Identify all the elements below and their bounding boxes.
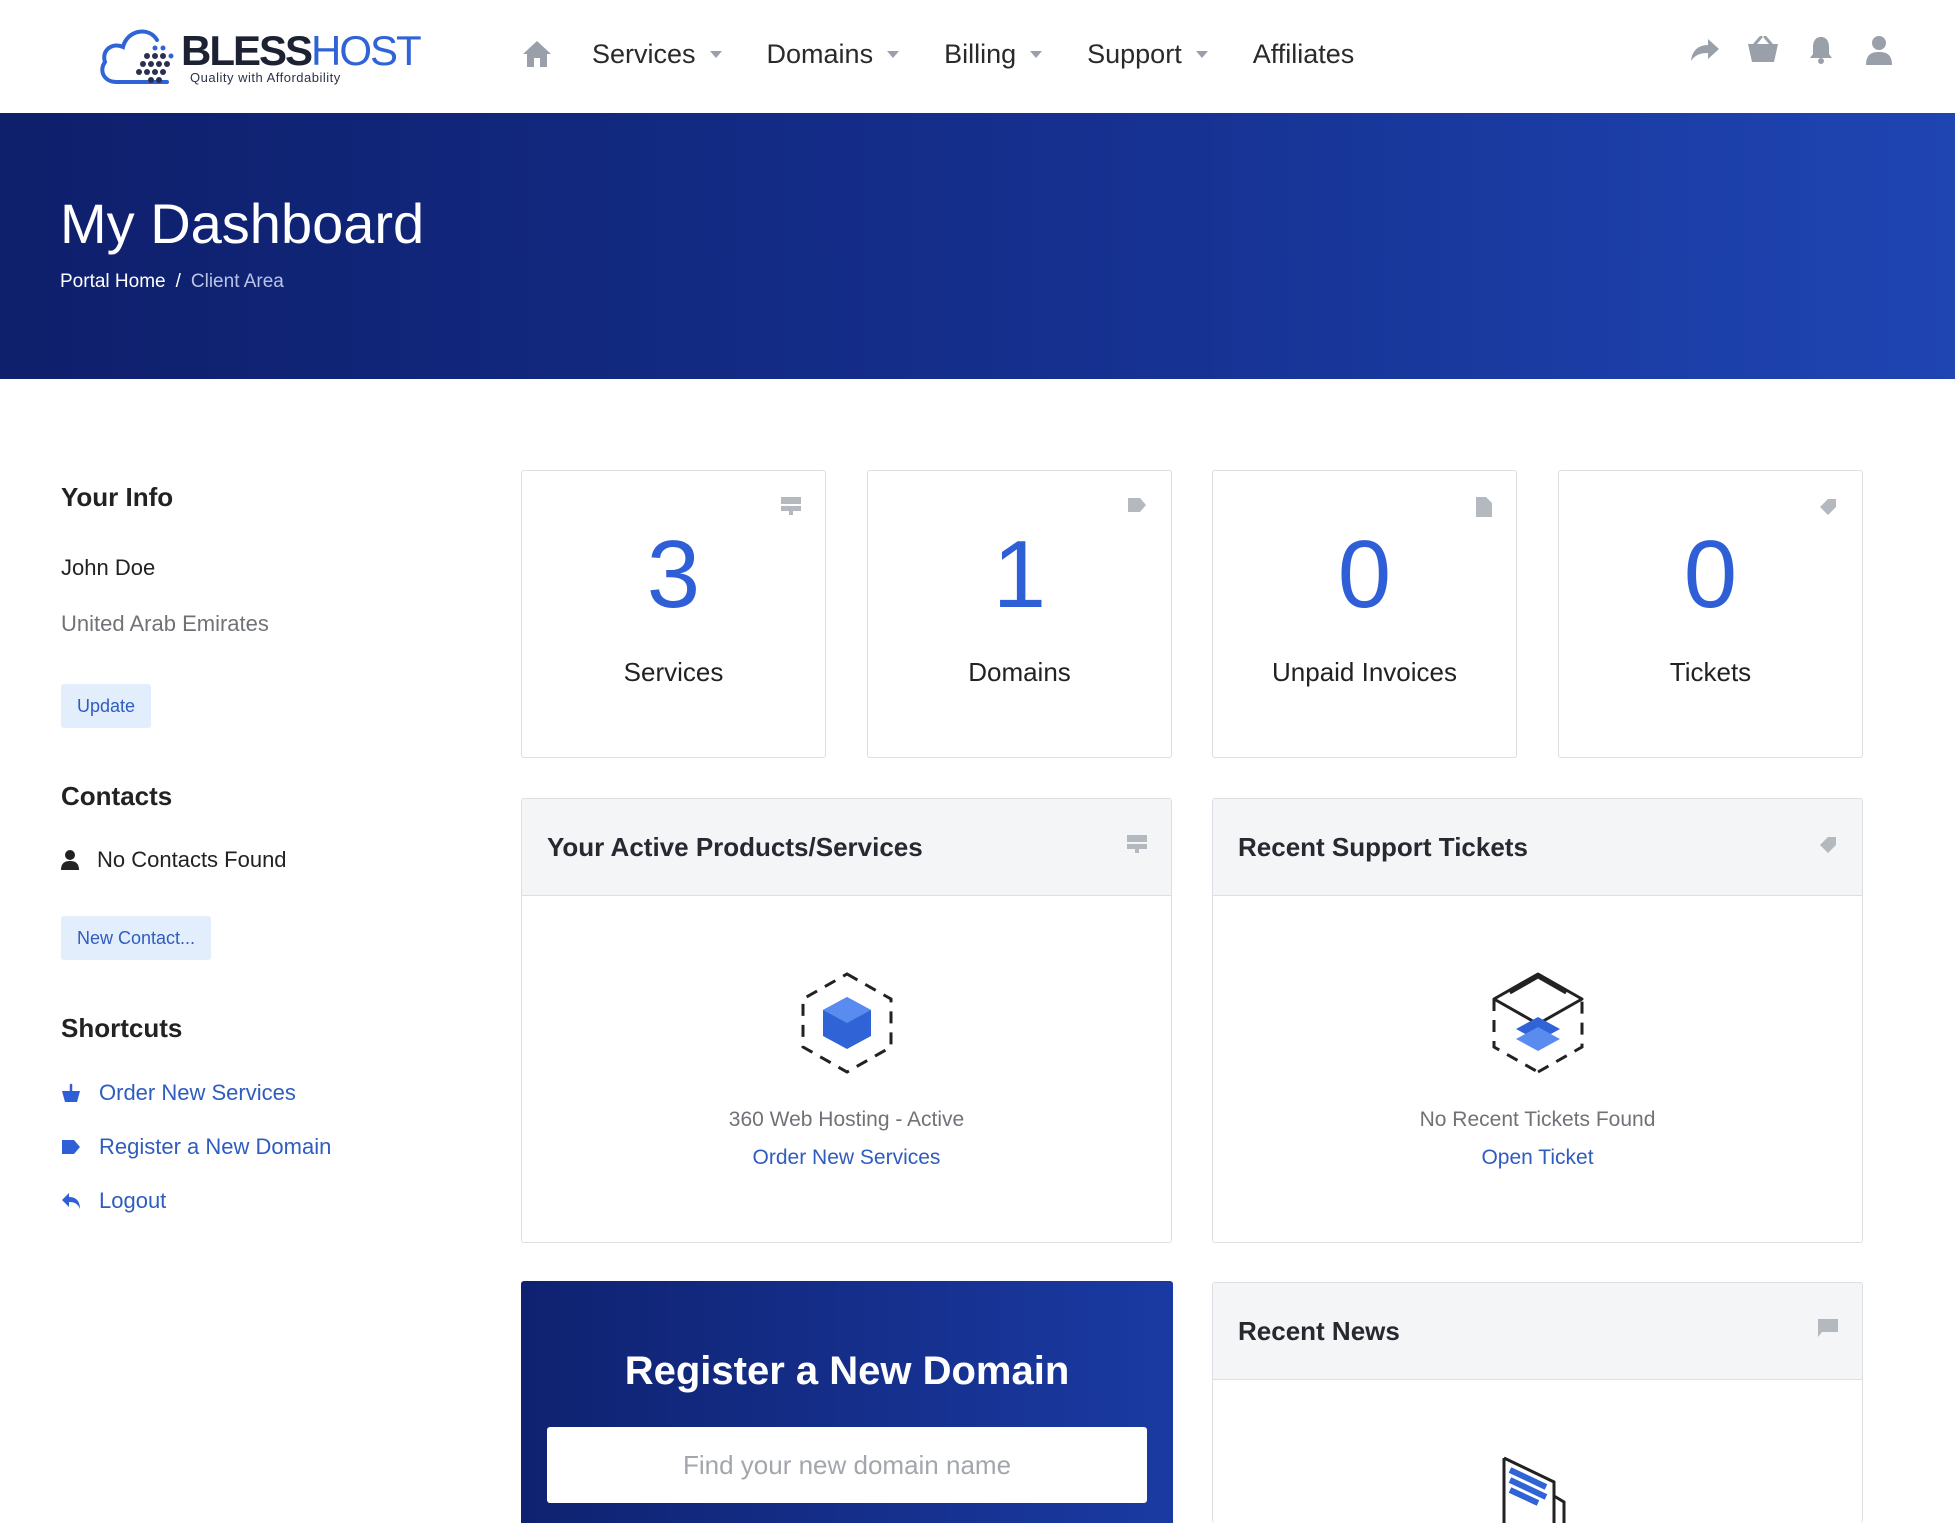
- server-icon: [1127, 835, 1147, 858]
- stat-domains-value: 1: [992, 521, 1047, 628]
- logout-arrow-icon: [61, 1191, 81, 1211]
- nav-billing-label: Billing: [944, 38, 1017, 69]
- update-button[interactable]: Update: [61, 684, 152, 728]
- stat-services-value: 3: [646, 521, 701, 628]
- new-contact-button[interactable]: New Contact...: [61, 916, 212, 960]
- stat-tile-tickets[interactable]: 0 Tickets: [1558, 470, 1863, 758]
- ticket-icon: [1818, 497, 1838, 522]
- stat-tile-unpaid-invoices[interactable]: 0 Unpaid Invoices: [1212, 470, 1517, 758]
- order-new-services-link[interactable]: Order New Services: [522, 1146, 1171, 1170]
- register-domain-title: Register a New Domain: [624, 1349, 1070, 1393]
- share-icon[interactable]: [1689, 34, 1721, 66]
- shortcut-logout-label: Logout: [99, 1188, 167, 1213]
- stat-tile-domains[interactable]: 1 Domains: [867, 470, 1172, 758]
- envelope-illustration-icon: [1492, 972, 1583, 1074]
- tag-icon: [1127, 497, 1147, 518]
- your-info-heading: Your Info: [61, 482, 174, 512]
- newspaper-illustration-icon: [1502, 1456, 1565, 1523]
- nav-support[interactable]: Support: [1087, 39, 1208, 70]
- brand-wordmark: BLESSHOST: [181, 27, 422, 74]
- recent-news-body: [1213, 1380, 1862, 1523]
- bell-icon[interactable]: [1805, 34, 1837, 66]
- active-products-title: Your Active Products/Services: [547, 832, 923, 862]
- client-country: United Arab Emirates: [61, 611, 269, 636]
- user-icon[interactable]: [1863, 34, 1895, 66]
- shortcut-order-new-services[interactable]: Order New Services: [61, 1080, 296, 1106]
- active-products-body: 360 Web Hosting - Active Order New Servi…: [522, 896, 1171, 1242]
- contacts-empty-row: No Contacts Found: [61, 847, 287, 873]
- stat-services-label: Services: [623, 657, 724, 687]
- no-tickets-text: No Recent Tickets Found: [1419, 1108, 1656, 1131]
- client-name: John Doe: [61, 555, 156, 580]
- home-icon[interactable]: [520, 37, 554, 71]
- cart-icon[interactable]: [1747, 34, 1779, 66]
- recent-tickets-title: Recent Support Tickets: [1238, 832, 1528, 862]
- main-nav: Services Domains Billing Support Affilia…: [520, 30, 1399, 78]
- server-icon: [781, 497, 801, 520]
- nav-domains[interactable]: Domains: [767, 39, 900, 70]
- active-service-item: 360 Web Hosting - Active: [728, 1108, 965, 1131]
- ticket-icon: [1818, 835, 1838, 860]
- recent-news-header: Recent News: [1213, 1283, 1862, 1380]
- caret-down-icon: [709, 50, 722, 58]
- cloud-logo-icon: [100, 29, 174, 84]
- recent-tickets-body: No Recent Tickets Found Open Ticket: [1213, 896, 1862, 1242]
- no-contacts-text: No Contacts Found: [97, 847, 287, 872]
- brand-logo[interactable]: BLESSHOST Quality with Affordability: [97, 20, 422, 90]
- top-navbar: BLESSHOST Quality with Affordability Ser…: [0, 0, 1955, 113]
- stat-invoices-label: Unpaid Invoices: [1272, 657, 1457, 687]
- recent-tickets-header: Recent Support Tickets: [1213, 799, 1862, 896]
- caret-down-icon: [1030, 50, 1043, 58]
- domain-search-input[interactable]: [547, 1427, 1147, 1503]
- brand-name-part2: HOST: [311, 27, 422, 74]
- breadcrumb-separator: /: [175, 271, 181, 292]
- shortcut-register-domain[interactable]: Register a New Domain: [61, 1134, 331, 1160]
- basket-icon: [61, 1083, 81, 1103]
- nav-support-label: Support: [1087, 38, 1182, 69]
- shortcut-register-label: Register a New Domain: [99, 1134, 332, 1159]
- breadcrumb-portal-home[interactable]: Portal Home: [60, 271, 166, 293]
- recent-tickets-panel: Recent Support Tickets No Recent Tickets…: [1212, 798, 1863, 1243]
- register-domain-card: Register a New Domain: [521, 1281, 1173, 1523]
- stat-tile-services[interactable]: 3 Services: [521, 470, 826, 758]
- document-icon: [1476, 497, 1492, 522]
- breadcrumb-client-area: Client Area: [190, 271, 284, 292]
- stat-tickets-label: Tickets: [1669, 657, 1752, 687]
- shortcut-order-label: Order New Services: [99, 1080, 296, 1105]
- nav-billing[interactable]: Billing: [944, 38, 1043, 70]
- contacts-heading: Contacts: [61, 781, 173, 811]
- shortcuts-heading: Shortcuts: [61, 1013, 183, 1043]
- caret-down-icon: [887, 50, 900, 58]
- active-products-panel: Your Active Products/Services 360 Web Ho…: [521, 798, 1172, 1243]
- cube-illustration-icon: [801, 972, 892, 1074]
- recent-news-title: Recent News: [1238, 1316, 1400, 1346]
- stat-tickets-value: 0: [1683, 521, 1738, 628]
- nav-affiliates-label: Affiliates: [1252, 38, 1355, 69]
- open-ticket-link[interactable]: Open Ticket: [1213, 1146, 1862, 1170]
- nav-services-label: Services: [592, 38, 696, 69]
- stat-domains-label: Domains: [968, 657, 1071, 687]
- recent-news-panel: Recent News: [1212, 1282, 1863, 1523]
- nav-domains-label: Domains: [766, 38, 874, 69]
- caret-down-icon: [1195, 50, 1208, 58]
- nav-utility-icons: [1689, 34, 1895, 66]
- stat-invoices-value: 0: [1337, 521, 1392, 628]
- nav-services[interactable]: Services: [592, 39, 722, 70]
- tag-icon: [61, 1137, 81, 1157]
- breadcrumb: Portal Home / Client Area: [60, 271, 284, 293]
- page-title: My Dashboard: [60, 192, 425, 255]
- active-products-header: Your Active Products/Services: [522, 799, 1171, 896]
- comment-icon: [1818, 1319, 1838, 1342]
- shortcut-logout[interactable]: Logout: [61, 1188, 166, 1214]
- nav-affiliates[interactable]: Affiliates: [1253, 39, 1355, 70]
- person-icon: [61, 850, 79, 870]
- brand-name-part1: BLESS: [181, 27, 313, 74]
- brand-tagline: Quality with Affordability: [190, 70, 341, 85]
- hero-banner: My Dashboard Portal Home / Client Area: [0, 113, 1955, 379]
